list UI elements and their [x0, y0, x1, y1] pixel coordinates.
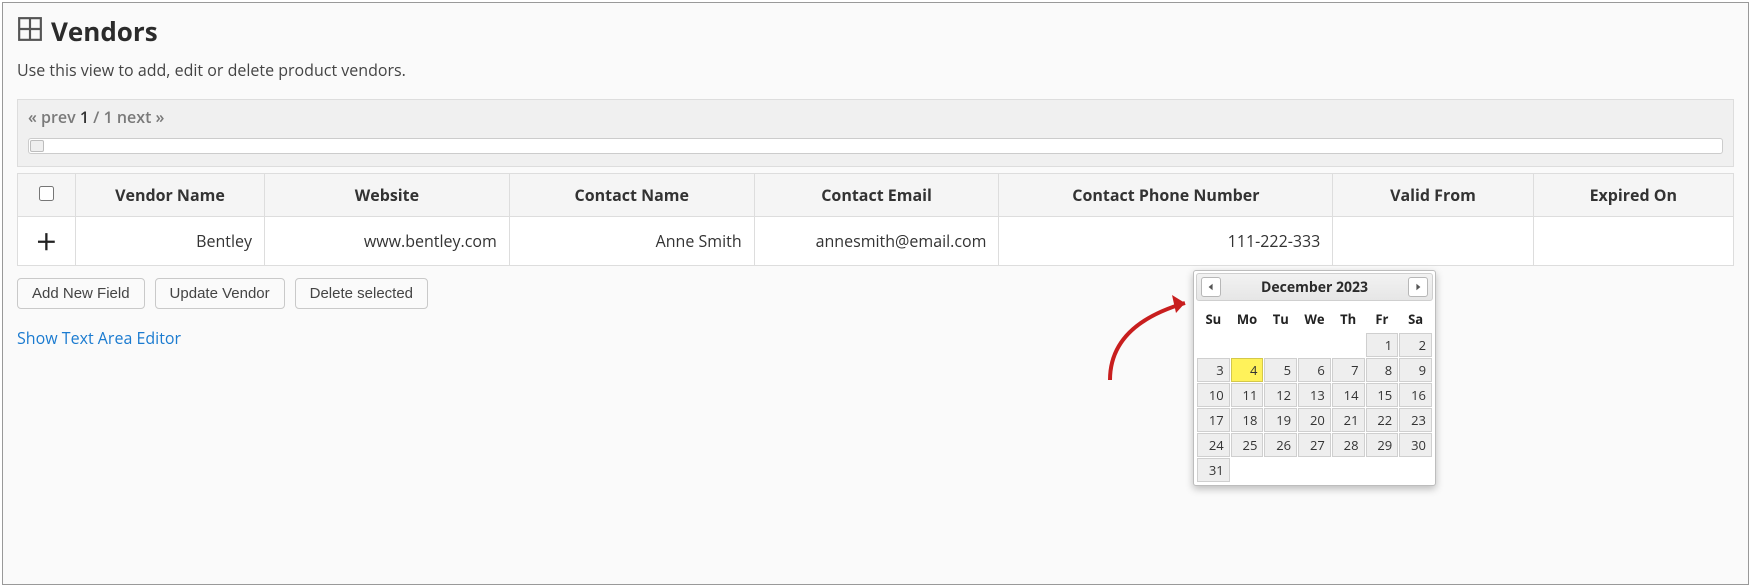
pager-prev[interactable]: « prev [28, 106, 76, 128]
datepicker-empty [1332, 458, 1365, 482]
page-description: Use this view to add, edit or delete pro… [17, 59, 1734, 81]
datepicker-day[interactable]: 17 [1197, 408, 1230, 432]
datepicker-day[interactable]: 24 [1197, 433, 1230, 457]
datepicker-weekday: Sa [1399, 306, 1432, 332]
pager-next[interactable]: next » [117, 106, 165, 128]
datepicker-day[interactable]: 30 [1399, 433, 1432, 457]
col-contact-name[interactable]: Contact Name [509, 174, 754, 217]
datepicker-empty [1231, 458, 1264, 482]
datepicker-empty [1197, 333, 1230, 357]
col-contact-email[interactable]: Contact Email [754, 174, 999, 217]
update-vendor-button[interactable]: Update Vendor [155, 278, 285, 309]
datepicker-weekday: Tu [1264, 306, 1297, 332]
datepicker-weekday: Fr [1366, 306, 1399, 332]
datepicker-day[interactable]: 14 [1332, 383, 1365, 407]
datepicker-day[interactable]: 13 [1298, 383, 1331, 407]
pager-current: 1 [80, 106, 89, 128]
datepicker-day[interactable]: 10 [1197, 383, 1230, 407]
scroll-thumb[interactable] [30, 140, 44, 152]
col-valid-from[interactable]: Valid From [1333, 174, 1533, 217]
cell-vendor-name[interactable]: Bentley [75, 217, 264, 266]
datepicker-day[interactable]: 4 [1231, 358, 1264, 382]
grid-icon [17, 16, 43, 47]
delete-selected-button[interactable]: Delete selected [295, 278, 428, 309]
datepicker-day[interactable]: 1 [1366, 333, 1399, 357]
datepicker-empty [1332, 333, 1365, 357]
cell-expired-on[interactable] [1533, 217, 1733, 266]
datepicker-day[interactable]: 27 [1298, 433, 1331, 457]
datepicker-day[interactable]: 29 [1366, 433, 1399, 457]
datepicker-next-button[interactable] [1408, 277, 1428, 297]
datepicker-empty [1264, 333, 1297, 357]
datepicker-day[interactable]: 3 [1197, 358, 1230, 382]
datepicker-day[interactable]: 19 [1264, 408, 1297, 432]
datepicker-day[interactable]: 21 [1332, 408, 1365, 432]
datepicker-day[interactable]: 7 [1332, 358, 1365, 382]
add-row-cell[interactable]: ＋ [18, 217, 76, 266]
plus-icon: ＋ [35, 227, 57, 257]
datepicker-weekday: Mo [1231, 306, 1264, 332]
cell-contact-phone[interactable]: 111-222-333 [999, 217, 1333, 266]
table-row: ＋ Bentley www.bentley.com Anne Smith ann… [18, 217, 1734, 266]
datepicker-day[interactable]: 9 [1399, 358, 1432, 382]
datepicker-month-label: December 2023 [1261, 278, 1368, 297]
col-vendor-name[interactable]: Vendor Name [75, 174, 264, 217]
datepicker-empty [1231, 333, 1264, 357]
show-text-area-editor-link[interactable]: Show Text Area Editor [17, 327, 181, 349]
col-expired-on[interactable]: Expired On [1533, 174, 1733, 217]
pager-total: 1 [104, 106, 113, 128]
datepicker-day[interactable]: 26 [1264, 433, 1297, 457]
add-new-field-button[interactable]: Add New Field [17, 278, 145, 309]
page-title: Vendors [51, 13, 158, 49]
datepicker-day[interactable]: 15 [1366, 383, 1399, 407]
datepicker: December 2023 SuMoTuWeThFrSa 12345678910… [1193, 270, 1436, 486]
datepicker-weekday: Su [1197, 306, 1230, 332]
datepicker-day[interactable]: 18 [1231, 408, 1264, 432]
datepicker-empty [1399, 458, 1432, 482]
datepicker-day[interactable]: 12 [1264, 383, 1297, 407]
select-all-checkbox[interactable] [39, 186, 54, 201]
cell-valid-from[interactable] [1333, 217, 1533, 266]
datepicker-day[interactable]: 6 [1298, 358, 1331, 382]
datepicker-day[interactable]: 11 [1231, 383, 1264, 407]
datepicker-day[interactable]: 16 [1399, 383, 1432, 407]
datepicker-day[interactable]: 28 [1332, 433, 1365, 457]
cell-website[interactable]: www.bentley.com [265, 217, 510, 266]
datepicker-day[interactable]: 8 [1366, 358, 1399, 382]
datepicker-prev-button[interactable] [1201, 277, 1221, 297]
datepicker-weekday: We [1298, 306, 1331, 332]
vendors-table: Vendor Name Website Contact Name Contact… [17, 173, 1734, 266]
datepicker-day[interactable]: 25 [1231, 433, 1264, 457]
cell-contact-email[interactable]: annesmith@email.com [754, 217, 999, 266]
datepicker-day[interactable]: 2 [1399, 333, 1432, 357]
datepicker-empty [1298, 458, 1331, 482]
col-website[interactable]: Website [265, 174, 510, 217]
datepicker-day[interactable]: 5 [1264, 358, 1297, 382]
datepicker-empty [1264, 458, 1297, 482]
pager: « prev 1 / 1 next » [17, 99, 1734, 167]
cell-contact-name[interactable]: Anne Smith [509, 217, 754, 266]
datepicker-empty [1366, 458, 1399, 482]
datepicker-weekday: Th [1332, 306, 1365, 332]
horizontal-scrollbar[interactable] [28, 138, 1723, 154]
pager-sep: / [93, 106, 99, 128]
datepicker-day[interactable]: 20 [1298, 408, 1331, 432]
datepicker-empty [1298, 333, 1331, 357]
datepicker-day[interactable]: 31 [1197, 458, 1230, 482]
datepicker-grid: SuMoTuWeThFrSa 1234567891011121314151617… [1196, 305, 1433, 483]
col-contact-phone[interactable]: Contact Phone Number [999, 174, 1333, 217]
datepicker-day[interactable]: 23 [1399, 408, 1432, 432]
col-checkbox [18, 174, 76, 217]
datepicker-day[interactable]: 22 [1366, 408, 1399, 432]
